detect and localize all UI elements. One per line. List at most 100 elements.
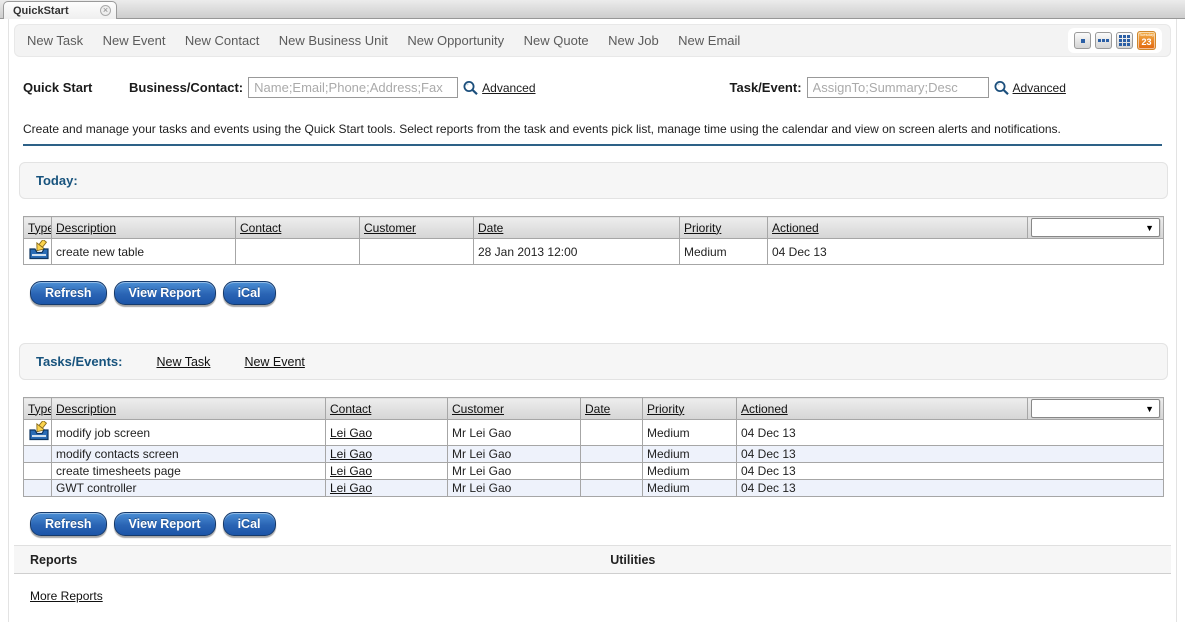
table-row[interactable]: create timesheets page Lei Gao Mr Lei Ga… [24, 463, 1164, 480]
new-event-link[interactable]: New Event [103, 33, 166, 48]
cell-contact [236, 239, 360, 265]
tab-quickstart[interactable]: QuickStart × [3, 1, 117, 19]
view-report-button[interactable]: View Report [114, 512, 216, 536]
cell-description: create timesheets page [52, 463, 326, 480]
sort-date[interactable]: Date [478, 221, 503, 235]
table-row[interactable]: create new table 28 Jan 2013 12:00 Mediu… [24, 239, 1164, 265]
sort-contact[interactable]: Contact [240, 221, 281, 235]
sort-description[interactable]: Description [56, 221, 116, 235]
cell-date [581, 420, 643, 446]
task-event-advanced-link[interactable]: Advanced [1013, 81, 1066, 95]
new-opportunity-link[interactable]: New Opportunity [407, 33, 504, 48]
today-actions: Refresh View Report iCal [30, 281, 1171, 305]
cell-priority: Medium [680, 239, 768, 265]
utilities-heading: Utilities [610, 553, 655, 567]
sort-date[interactable]: Date [585, 402, 610, 416]
cell-description: modify contacts screen [52, 446, 326, 463]
reports-heading: Reports [30, 553, 77, 567]
new-business-unit-link[interactable]: New Business Unit [279, 33, 388, 48]
contact-link[interactable]: Lei Gao [330, 426, 372, 440]
new-quote-link[interactable]: New Quote [524, 33, 589, 48]
contact-link[interactable]: Lei Gao [330, 464, 372, 478]
tasks-events-actions: Refresh View Report iCal [30, 512, 1171, 536]
toolbar-links: New Task New Event New Contact New Busin… [27, 32, 755, 50]
quickstart-description: Create and manage your tasks and events … [23, 122, 1162, 146]
ical-button[interactable]: iCal [223, 281, 276, 305]
sort-description[interactable]: Description [56, 402, 116, 416]
more-reports-link[interactable]: More Reports [30, 589, 103, 603]
new-event-link[interactable]: New Event [244, 355, 304, 369]
today-section-header: Today: [19, 162, 1168, 199]
sort-type[interactable]: Type [28, 221, 52, 235]
cell-actioned: 04 Dec 13 [737, 480, 1164, 497]
new-contact-link[interactable]: New Contact [185, 33, 259, 48]
tasks-filter-select[interactable]: ▼ [1031, 399, 1160, 418]
business-contact-label: Business/Contact: [129, 80, 243, 95]
view-switcher: Tuesday 23 [1068, 28, 1162, 53]
cell-actioned: 04 Dec 13 [737, 446, 1164, 463]
close-icon[interactable]: × [100, 5, 111, 16]
cell-description: GWT controller [52, 480, 326, 497]
cell-customer: Mr Lei Gao [448, 446, 581, 463]
sort-priority[interactable]: Priority [647, 402, 684, 416]
tab-bar: QuickStart × [0, 0, 1185, 19]
cell-date [581, 480, 643, 497]
tasks-events-title: Tasks/Events: [36, 354, 122, 369]
cell-description: create new table [52, 239, 236, 265]
new-task-link[interactable]: New Task [156, 355, 210, 369]
business-contact-advanced-link[interactable]: Advanced [482, 81, 535, 95]
cell-customer: Mr Lei Gao [448, 463, 581, 480]
table-row[interactable]: GWT controller Lei Gao Mr Lei Gao Medium… [24, 480, 1164, 497]
week-view-icon [1098, 39, 1109, 42]
footer-band: Reports Utilities [14, 545, 1171, 574]
ical-button[interactable]: iCal [223, 512, 276, 536]
calendar-icon[interactable]: Tuesday 23 [1137, 31, 1156, 50]
table-row[interactable]: modify job screen Lei Gao Mr Lei Gao Med… [24, 420, 1164, 446]
month-view-icon [1119, 35, 1130, 46]
chevron-down-icon: ▼ [1145, 404, 1154, 414]
today-title: Today: [36, 173, 78, 188]
sort-priority[interactable]: Priority [684, 221, 721, 235]
cell-customer: Mr Lei Gao [448, 480, 581, 497]
sort-customer[interactable]: Customer [452, 402, 504, 416]
today-filter-select[interactable]: ▼ [1031, 218, 1160, 237]
refresh-button[interactable]: Refresh [30, 281, 107, 305]
day-view-button[interactable] [1074, 32, 1091, 49]
new-email-link[interactable]: New Email [678, 33, 740, 48]
cell-priority: Medium [643, 446, 737, 463]
cell-date [581, 446, 643, 463]
tasks-table-header-row: Type Description Contact Customer Date P… [24, 398, 1164, 420]
quickstart-page: QuickStart × New Task New Event New Cont… [0, 0, 1185, 622]
tasks-events-section-header: Tasks/Events: New Task New Event [19, 343, 1168, 380]
week-view-button[interactable] [1095, 32, 1112, 49]
task-event-input[interactable] [807, 77, 989, 98]
tasks-events-table: Type Description Contact Customer Date P… [23, 397, 1164, 497]
cell-actioned: 04 Dec 13 [768, 239, 1164, 265]
main-content: New Task New Event New Contact New Busin… [8, 19, 1177, 622]
search-icon[interactable] [993, 79, 1010, 96]
calendar-day: 23 [1138, 37, 1155, 48]
task-type-icon [28, 421, 50, 441]
sort-actioned[interactable]: Actioned [741, 402, 788, 416]
business-contact-input[interactable] [248, 77, 458, 98]
chevron-down-icon: ▼ [1145, 223, 1154, 233]
contact-link[interactable]: Lei Gao [330, 481, 372, 495]
table-row[interactable]: modify contacts screen Lei Gao Mr Lei Ga… [24, 446, 1164, 463]
sort-actioned[interactable]: Actioned [772, 221, 819, 235]
search-icon[interactable] [462, 79, 479, 96]
new-job-link[interactable]: New Job [608, 33, 659, 48]
month-view-button[interactable] [1116, 32, 1133, 49]
toolbar: New Task New Event New Contact New Busin… [14, 24, 1171, 57]
view-report-button[interactable]: View Report [114, 281, 216, 305]
sort-type[interactable]: Type [28, 402, 52, 416]
refresh-button[interactable]: Refresh [30, 512, 107, 536]
new-task-link[interactable]: New Task [27, 33, 83, 48]
quickstart-search-row: Quick Start Business/Contact: Advanced T… [23, 76, 1171, 99]
sort-customer[interactable]: Customer [364, 221, 416, 235]
today-table-header-row: Type Description Contact Customer Date P… [24, 217, 1164, 239]
page-title: Quick Start [23, 80, 129, 95]
cell-actioned: 04 Dec 13 [737, 420, 1164, 446]
cell-priority: Medium [643, 480, 737, 497]
contact-link[interactable]: Lei Gao [330, 447, 372, 461]
sort-contact[interactable]: Contact [330, 402, 371, 416]
